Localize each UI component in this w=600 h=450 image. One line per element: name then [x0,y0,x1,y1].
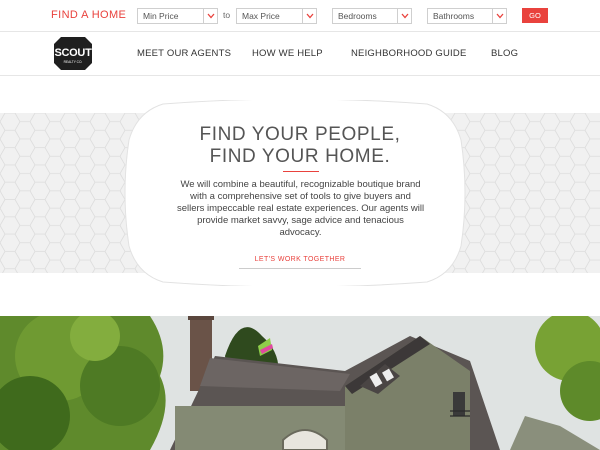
go-button[interactable]: GO [522,8,548,23]
chevron-down-icon [203,9,217,23]
nav-meet-our-agents[interactable]: MEET OUR AGENTS [137,48,231,59]
nav-how-we-help[interactable]: HOW WE HELP [252,48,323,59]
find-home-label: FIND A HOME [51,9,127,21]
bathrooms-select[interactable]: Bathrooms [427,8,507,24]
chevron-down-icon [397,9,411,23]
chevron-down-icon [302,9,316,23]
bedrooms-value: Bedrooms [338,11,377,21]
bathrooms-value: Bathrooms [433,11,475,21]
lets-work-together-link[interactable]: LET'S WORK TOGETHER [239,253,361,269]
hero-headline-line2: FIND YOUR HOME. [209,146,391,167]
nav-neighborhood-guide[interactable]: NEIGHBORHOOD GUIDE [351,48,467,59]
headline-divider [283,171,319,172]
min-price-value: Min Price [143,11,179,21]
svg-text:SCOUT: SCOUT [54,47,92,59]
hero-description: We will combine a beautiful, recognizabl… [176,179,425,238]
svg-text:REALTY CO.: REALTY CO. [64,60,83,64]
scout-logo[interactable]: SCOUT REALTY CO. [53,36,93,71]
main-nav: SCOUT REALTY CO. MEET OUR AGENTS HOW WE … [0,31,600,76]
bedrooms-select[interactable]: Bedrooms [332,8,412,24]
chevron-down-icon [492,9,506,23]
hero-headline-line1: FIND YOUR PEOPLE, [199,124,401,145]
max-price-select[interactable]: Max Price [236,8,317,24]
max-price-value: Max Price [242,11,280,21]
price-to-label: to [223,10,231,20]
house-photo [0,316,600,450]
search-bar: FIND A HOME Min Price to Max Price Bedro… [0,0,600,31]
min-price-select[interactable]: Min Price [137,8,218,24]
nav-blog[interactable]: BLOG [491,48,518,59]
